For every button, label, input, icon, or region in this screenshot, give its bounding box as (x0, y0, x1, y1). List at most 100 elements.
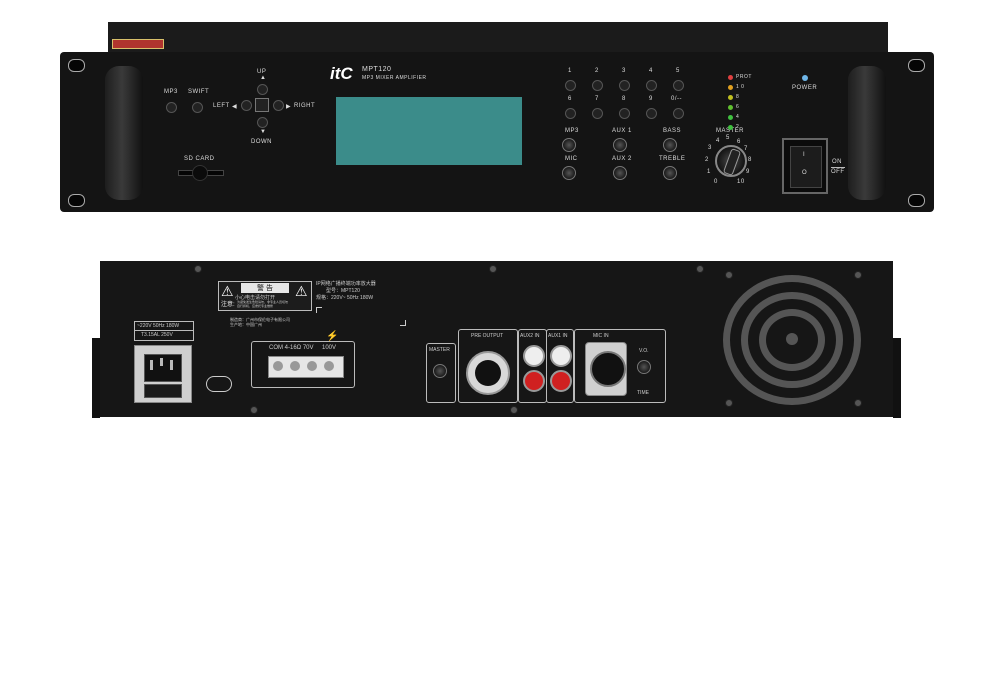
led-4-label: 4 (736, 114, 740, 120)
aux2-volume-knob[interactable] (613, 166, 627, 180)
led-2 (728, 125, 733, 130)
screw (696, 265, 704, 273)
led-6 (728, 105, 733, 110)
mp3-volume-knob[interactable] (562, 138, 576, 152)
aux2-rca-white[interactable] (523, 345, 545, 367)
master-scale-9: 9 (746, 169, 750, 175)
label-sticker (112, 39, 164, 49)
enter-button[interactable] (255, 98, 269, 112)
treble-knob[interactable] (663, 166, 677, 180)
screw (489, 265, 497, 273)
model-label: MPT120 (362, 66, 392, 73)
swift-label: SWIFT (188, 89, 210, 95)
right-button[interactable] (273, 100, 284, 111)
terminal-screw[interactable] (273, 361, 283, 371)
aux1-volume-knob[interactable] (613, 138, 627, 152)
mp3-button[interactable] (166, 102, 177, 113)
aux2-knob-label: AUX 2 (612, 156, 632, 162)
right-handle[interactable] (848, 66, 886, 200)
power-switch-rocker[interactable] (790, 146, 822, 188)
aux1-panel: AUX1 IN (546, 329, 574, 403)
master-scale-4: 4 (716, 138, 720, 144)
key-1-label: 1 (568, 68, 572, 74)
rear-master-knob[interactable] (433, 364, 447, 378)
key-6-button[interactable] (565, 108, 576, 119)
aux2-panel: AUX2 IN (518, 329, 547, 403)
terminal-screw[interactable] (290, 361, 300, 371)
mp3-knob-label: MP3 (565, 128, 579, 134)
corner-mark (316, 307, 322, 313)
warning-caution: 注意: (221, 302, 235, 308)
product-spec: 规格：220V~ 50Hz 180W (316, 295, 374, 301)
fuse-drawer[interactable] (144, 384, 182, 398)
led-8 (728, 95, 733, 100)
key-0-label: 0/-- (671, 96, 682, 102)
rear-flange-left (92, 338, 100, 418)
mic-in-combo-jack[interactable] (585, 342, 627, 396)
key-9-label: 9 (649, 96, 653, 102)
mic-knob-label: MIC (565, 156, 578, 162)
up-arrow-icon: ▲ (260, 75, 267, 81)
bass-knob[interactable] (663, 138, 677, 152)
product-model: 型号：MPT120 (326, 288, 360, 294)
power-rating-divider (135, 330, 193, 331)
master-scale-7: 7 (744, 146, 748, 152)
aux2-in-label: AUX2 IN (520, 333, 540, 339)
power-inlet[interactable] (134, 345, 192, 403)
power-switch[interactable]: I O (782, 138, 828, 194)
terminal-screw[interactable] (307, 361, 317, 371)
fan-screw (725, 271, 733, 279)
key-0-button[interactable] (673, 108, 684, 119)
bass-knob-label: BASS (663, 128, 682, 134)
speaker-terminal-panel: COM 4-16Ω 70V 100V (251, 341, 355, 388)
speaker-100v-label: 100V (322, 345, 337, 351)
key-1-button[interactable] (565, 80, 576, 91)
terminal-screw[interactable] (324, 361, 334, 371)
master-panel: MASTER (426, 343, 456, 403)
rear-master-label: MASTER (429, 347, 450, 353)
aux1-rca-white[interactable] (550, 345, 572, 367)
key-3-button[interactable] (619, 80, 630, 91)
aux2-rca-red[interactable] (523, 370, 545, 392)
vo-time-knob[interactable] (637, 360, 651, 374)
speaker-terminal-block[interactable] (268, 356, 344, 378)
warning-triangle-icon: ⚠ (295, 283, 308, 299)
switch-i-label: I (803, 152, 806, 158)
master-scale-8: 8 (748, 157, 752, 163)
master-volume-knob[interactable] (715, 145, 747, 177)
key-7-button[interactable] (592, 108, 603, 119)
key-8-button[interactable] (619, 108, 630, 119)
key-9-button[interactable] (646, 108, 657, 119)
key-5-button[interactable] (673, 80, 684, 91)
key-2-button[interactable] (592, 80, 603, 91)
up-button[interactable] (257, 84, 268, 95)
combo-jack-insert (590, 351, 626, 387)
rack-hole (68, 194, 85, 207)
right-arrow-icon: ▶ (286, 104, 292, 110)
pre-output-xlr[interactable] (466, 351, 510, 395)
down-button[interactable] (257, 117, 268, 128)
master-scale-3: 3 (708, 145, 712, 151)
treble-knob-label: TREBLE (659, 156, 686, 162)
rear-panel: ⚠ ⚠ 警 告 注意: 小心电击请勿打开 为避免发生危险请勿，非专业人员切勿 自… (100, 261, 893, 417)
power-label: POWER (792, 85, 818, 91)
right-label: RIGHT (294, 103, 316, 109)
pre-output-panel: PRE OUTPUT (458, 329, 518, 403)
led-10 (728, 85, 733, 90)
left-button[interactable] (241, 100, 252, 111)
swift-button[interactable] (192, 102, 203, 113)
switch-on-label: ON (832, 159, 842, 165)
left-label: LEFT (213, 103, 230, 109)
socket-pin (150, 360, 153, 370)
down-arrow-icon: ▼ (260, 129, 267, 135)
master-scale-1: 1 (707, 169, 711, 175)
fan-hub (786, 333, 798, 345)
left-handle[interactable] (105, 66, 143, 200)
fan-screw (854, 399, 862, 407)
aux1-rca-red[interactable] (550, 370, 572, 392)
rack-hole (68, 59, 85, 72)
key-7-label: 7 (595, 96, 599, 102)
fan-screw (725, 399, 733, 407)
mic-volume-knob[interactable] (562, 166, 576, 180)
key-4-button[interactable] (646, 80, 657, 91)
